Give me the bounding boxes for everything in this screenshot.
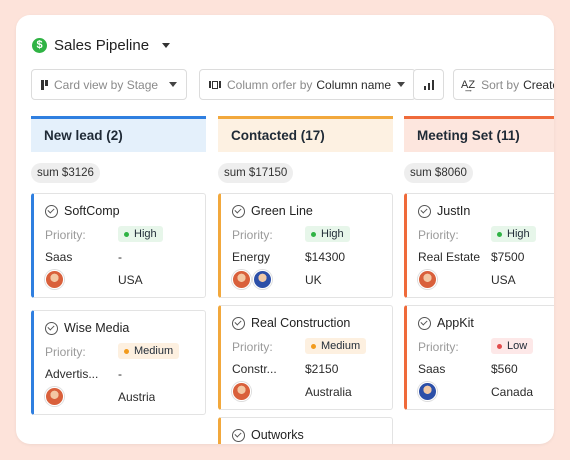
amount: $7500 [491, 250, 525, 264]
sort-az-icon: A͢Z [461, 78, 476, 91]
priority-label: Priority: [232, 340, 273, 354]
avatar[interactable] [418, 270, 437, 289]
sort-prefix: Sort by [481, 77, 520, 92]
priority-label: Priority: [232, 228, 273, 242]
column-order-selector[interactable]: Column orfer by Column name [199, 69, 416, 100]
deal-title: Wise Media [45, 321, 129, 335]
chevron-down-icon [162, 42, 171, 48]
deal-title: Outworks [232, 428, 304, 442]
bar-chart-icon [423, 79, 434, 90]
deal-name: Real Construction [251, 316, 351, 330]
column-header: Meeting Set (11) [404, 116, 554, 152]
priority-label: Priority: [45, 345, 86, 359]
deal-card[interactable]: Wise Media Priority: Medium Advertis... … [31, 310, 206, 415]
country: Austria [118, 390, 156, 404]
deal-title: AppKit [418, 316, 474, 330]
industry: Advertis... [45, 367, 99, 381]
column-sum: sum $8060 [404, 163, 473, 183]
check-circle-icon[interactable] [232, 316, 245, 330]
amount: $560 [491, 362, 518, 376]
columns-icon [209, 80, 221, 89]
priority-badge: Low [491, 338, 534, 354]
priority-label: Priority: [418, 228, 459, 242]
sort-value: Create [523, 77, 554, 92]
check-circle-icon[interactable] [232, 428, 245, 442]
priority-badge: High [118, 226, 163, 242]
avatar[interactable] [45, 270, 64, 289]
avatar[interactable] [418, 382, 437, 401]
avatar[interactable] [232, 270, 251, 289]
industry: Real Estate [418, 250, 481, 264]
deal-name: JustIn [437, 204, 471, 218]
country: Australia [305, 385, 352, 399]
deal-title: SoftComp [45, 204, 120, 218]
check-circle-icon[interactable] [45, 204, 58, 218]
column-header: New lead (2) [31, 116, 206, 152]
avatar[interactable] [253, 270, 272, 289]
column-order-prefix: Column orfer by [227, 77, 313, 92]
priority-label: Priority: [418, 340, 459, 354]
deal-name: SoftComp [64, 204, 120, 218]
chevron-down-icon [397, 82, 405, 87]
deal-card[interactable]: Green Line Priority: High Energy $14300 … [218, 193, 393, 298]
deal-card[interactable]: Real Construction Priority: Medium Const… [218, 305, 393, 410]
amount: - [118, 250, 122, 264]
deal-title: JustIn [418, 204, 470, 218]
priority-label: Priority: [45, 228, 86, 242]
amount: $14300 [305, 250, 346, 264]
deal-card[interactable]: SoftComp Priority: High Saas - USA [31, 193, 206, 298]
check-circle-icon[interactable] [45, 321, 58, 335]
deal-title: Real Construction [232, 316, 350, 330]
priority-badge: High [305, 226, 350, 242]
deal-title: Green Line [232, 204, 313, 218]
avatar[interactable] [232, 382, 251, 401]
sort-selector[interactable]: A͢Z Sort by Create [453, 69, 554, 100]
industry: Energy [232, 250, 271, 264]
priority-badge: Medium [305, 338, 367, 354]
avatar[interactable] [45, 387, 64, 406]
industry: Saas [45, 250, 73, 264]
chart-toggle-button[interactable] [413, 69, 444, 100]
check-circle-icon[interactable] [232, 204, 245, 218]
chevron-down-icon [169, 82, 177, 87]
check-circle-icon[interactable] [418, 204, 431, 218]
industry: Constr... [232, 362, 277, 376]
column-sum: sum $3126 [31, 163, 100, 183]
deal-card[interactable]: Outworks [218, 417, 393, 444]
deal-name: AppKit [437, 316, 474, 330]
amount: - [118, 367, 122, 381]
check-circle-icon[interactable] [418, 316, 431, 330]
country: USA [118, 273, 143, 287]
amount: $2150 [305, 362, 339, 376]
column-order-value: Column name [316, 77, 392, 92]
priority-badge: Medium [118, 343, 180, 359]
dollar-icon: $ [32, 37, 47, 53]
industry: Saas [418, 362, 446, 376]
column-meeting-set: Meeting Set (11) sum $8060 [404, 116, 554, 183]
deal-name: Green Line [251, 204, 313, 218]
column-sum: sum $17150 [218, 163, 294, 183]
column-header: Contacted (17) [218, 116, 393, 152]
deal-name: Outworks [251, 428, 304, 442]
page-title: Sales Pipeline [54, 36, 150, 54]
pipeline-title-dropdown[interactable]: $ Sales Pipeline [32, 35, 171, 55]
board-view-icon [41, 79, 48, 90]
country: Canada [491, 385, 534, 399]
priority-badge: High [491, 226, 536, 242]
deal-name: Wise Media [64, 321, 130, 335]
view-selector[interactable]: Card view by Stage [31, 69, 187, 100]
deal-card[interactable]: JustIn Priority: High Real Estate $7500 … [404, 193, 554, 298]
deal-card[interactable]: AppKit Priority: Low Saas $560 Canada [404, 305, 554, 410]
view-label: Card view by Stage [54, 77, 159, 92]
column-new-lead: New lead (2) sum $3126 [31, 116, 206, 183]
country: USA [491, 273, 516, 287]
column-contacted: Contacted (17) sum $17150 [218, 116, 393, 183]
pipeline-window: $ Sales Pipeline Card view by Stage Colu… [16, 15, 554, 444]
country: UK [305, 273, 322, 287]
